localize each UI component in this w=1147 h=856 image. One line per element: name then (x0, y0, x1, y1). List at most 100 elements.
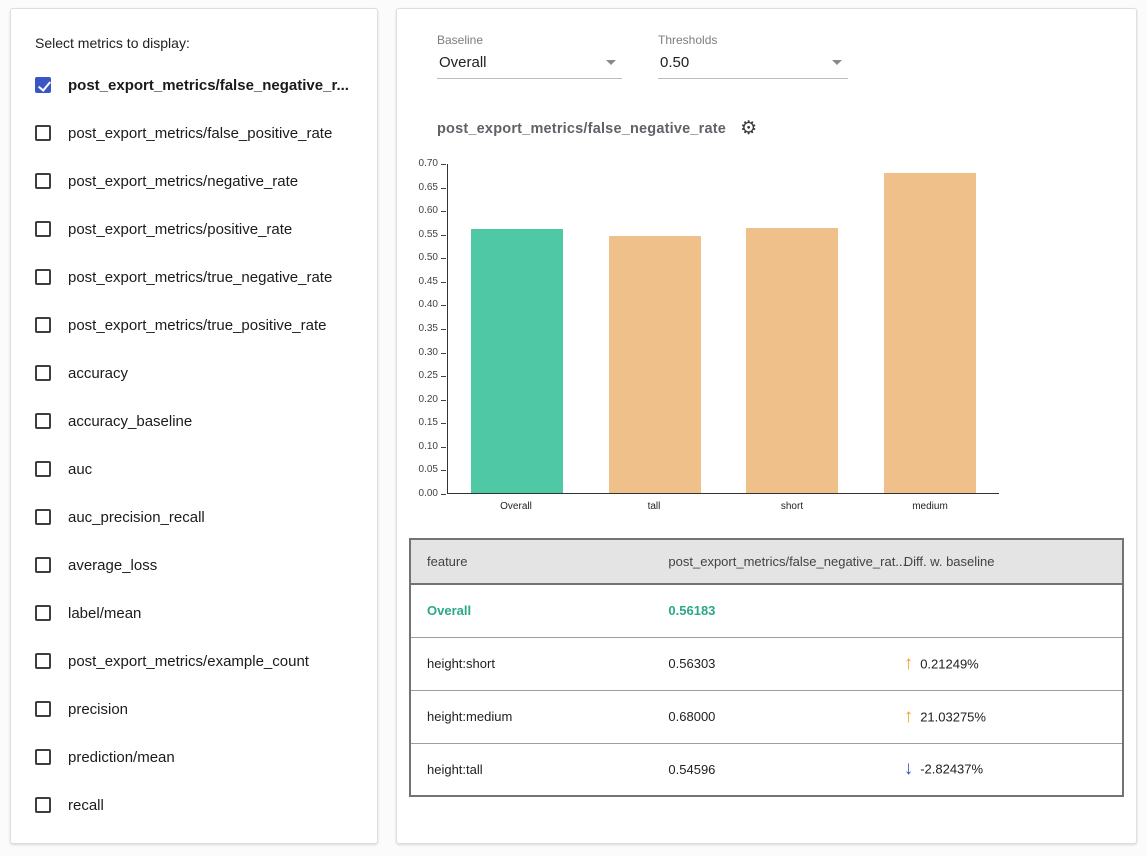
checkbox-unchecked[interactable] (35, 413, 51, 429)
controls-row: Baseline Overall Thresholds 0.50 (437, 33, 1124, 79)
settings-gear-icon[interactable]: ⚙ (740, 119, 757, 138)
baseline-select[interactable]: Overall (437, 52, 622, 79)
table-row: height:tall0.54596↓-2.82437% (410, 743, 1123, 796)
y-tick-label: 0.45 (419, 277, 447, 287)
metric-checkbox-item[interactable]: post_export_metrics/true_positive_rate (35, 301, 357, 349)
feature-cell: height:medium (410, 690, 652, 743)
metric-label: auc (68, 461, 92, 478)
y-tick-label: 0.50 (419, 253, 447, 263)
thresholds-select[interactable]: 0.50 (658, 52, 848, 79)
table-header-cell: Diff. w. baseline (888, 539, 1123, 584)
metric-label: label/mean (68, 605, 141, 622)
checkbox-checked[interactable] (35, 77, 51, 93)
metric-label: post_export_metrics/true_positive_rate (68, 317, 326, 334)
checkbox-unchecked[interactable] (35, 125, 51, 141)
table-header-cell: feature (410, 539, 652, 584)
diff-cell: ↑ 0.21249% (888, 637, 1123, 690)
diff-cell: ↑21.03275% (888, 690, 1123, 743)
metric-checkbox-item[interactable]: auc_precision_recall (35, 493, 357, 541)
y-tick-label: 0.70 (419, 159, 447, 169)
metric-checkbox-item[interactable]: post_export_metrics/false_negative_r... (35, 61, 357, 109)
metric-checkbox-item[interactable]: auc (35, 445, 357, 493)
x-tick-label: short (723, 501, 861, 512)
metric-checkbox-item[interactable]: post_export_metrics/false_positive_rate (35, 109, 357, 157)
diff-value: 21.03275% (920, 709, 986, 724)
diff-cell (888, 584, 1123, 637)
metric-checkbox-item[interactable]: accuracy_baseline (35, 397, 357, 445)
metrics-list: post_export_metrics/false_negative_r...p… (35, 61, 357, 829)
checkbox-unchecked[interactable] (35, 173, 51, 189)
metric-label: post_export_metrics/false_positive_rate (68, 125, 332, 142)
checkbox-unchecked[interactable] (35, 749, 51, 765)
table-row: height:short0.56303 ↑ 0.21249% (410, 637, 1123, 690)
metric-label: post_export_metrics/positive_rate (68, 221, 292, 238)
y-axis: 0.000.050.100.150.200.250.300.350.400.45… (409, 164, 447, 494)
metric-label: prediction/mean (68, 749, 175, 766)
metric-checkbox-item[interactable]: precision (35, 685, 357, 733)
bar-plot (447, 164, 999, 494)
x-tick-label: Overall (447, 501, 585, 512)
metric-label: precision (68, 701, 128, 718)
checkbox-unchecked[interactable] (35, 653, 51, 669)
metric-checkbox-item[interactable]: accuracy (35, 349, 357, 397)
feature-cell: height:short (410, 637, 652, 690)
checkbox-unchecked[interactable] (35, 221, 51, 237)
table-row: Overall0.56183 (410, 584, 1123, 637)
chevron-down-icon (606, 60, 616, 65)
bar-band (448, 164, 586, 493)
metric-checkbox-item[interactable]: recall (35, 781, 357, 829)
y-tick-label: 0.30 (419, 348, 447, 358)
checkbox-unchecked[interactable] (35, 317, 51, 333)
table-header-cell: post_export_metrics/false_negative_rat..… (652, 539, 887, 584)
checkbox-unchecked[interactable] (35, 461, 51, 477)
metric-checkbox-item[interactable]: post_export_metrics/negative_rate (35, 157, 357, 205)
metric-checkbox-item[interactable]: average_loss (35, 541, 357, 589)
metric-value-cell: 0.54596 (652, 743, 887, 796)
bar-short[interactable] (746, 228, 838, 493)
x-axis-labels: Overalltallshortmedium (447, 494, 999, 512)
up-arrow-icon: ↑ (904, 653, 914, 674)
bar-tall[interactable] (609, 236, 701, 493)
y-tick-label: 0.55 (419, 230, 447, 240)
table-header-row: featurepost_export_metrics/false_negativ… (410, 539, 1123, 584)
metric-checkbox-item[interactable]: post_export_metrics/example_count (35, 637, 357, 685)
checkbox-unchecked[interactable] (35, 701, 51, 717)
metric-checkbox-item[interactable]: post_export_metrics/positive_rate (35, 205, 357, 253)
chevron-down-icon (832, 60, 842, 65)
checkbox-unchecked[interactable] (35, 557, 51, 573)
table-row: height:medium0.68000↑21.03275% (410, 690, 1123, 743)
checkbox-unchecked[interactable] (35, 509, 51, 525)
checkbox-unchecked[interactable] (35, 365, 51, 381)
checkbox-unchecked[interactable] (35, 797, 51, 813)
metric-label: post_export_metrics/negative_rate (68, 173, 298, 190)
metric-label: post_export_metrics/false_negative_r... (68, 77, 349, 94)
metric-label: post_export_metrics/example_count (68, 653, 309, 670)
thresholds-label: Thresholds (658, 33, 848, 47)
down-arrow-icon: ↓ (904, 758, 914, 779)
table-body: Overall0.56183height:short0.56303 ↑ 0.2124… (410, 584, 1123, 796)
metric-label: accuracy (68, 365, 128, 382)
x-tick-label: medium (861, 501, 999, 512)
results-panel: Baseline Overall Thresholds 0.50 post_ex… (396, 8, 1137, 844)
metric-value-cell: 0.68000 (652, 690, 887, 743)
metric-checkbox-item[interactable]: post_export_metrics/true_negative_rate (35, 253, 357, 301)
metric-checkbox-item[interactable]: label/mean (35, 589, 357, 637)
fairness-indicators-widget: Select metrics to display: post_export_m… (10, 8, 1137, 844)
checkbox-unchecked[interactable] (35, 269, 51, 285)
metric-label: recall (68, 797, 104, 814)
metric-checkbox-item[interactable]: prediction/mean (35, 733, 357, 781)
y-tick-label: 0.35 (419, 324, 447, 334)
y-tick-label: 0.25 (419, 371, 447, 381)
metric-label: auc_precision_recall (68, 509, 205, 526)
bar-band (861, 164, 999, 493)
chart-title: post_export_metrics/false_negative_rate (437, 121, 726, 137)
diff-value: 0.21249% (920, 656, 979, 671)
bar-medium[interactable] (884, 173, 976, 493)
bar-band (586, 164, 724, 493)
feature-cell: Overall (410, 584, 652, 637)
checkbox-unchecked[interactable] (35, 605, 51, 621)
bar-Overall[interactable] (471, 229, 563, 493)
y-tick-label: 0.10 (419, 442, 447, 452)
metric-value-cell: 0.56303 (652, 637, 887, 690)
y-tick-label: 0.15 (419, 418, 447, 428)
